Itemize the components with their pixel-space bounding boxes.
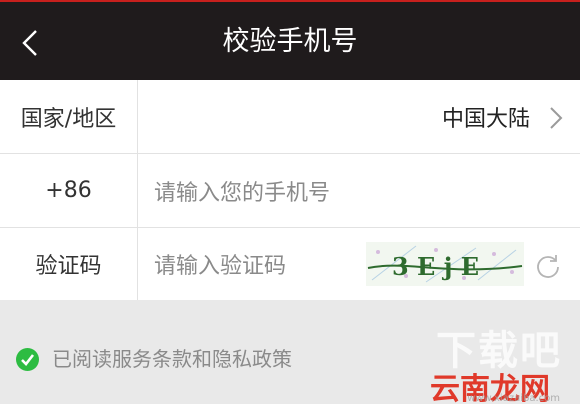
phone-row: +86 请输入您的手机号 — [0, 154, 580, 228]
phone-input[interactable]: 请输入您的手机号 — [154, 154, 330, 227]
page-title: 校验手机号 — [222, 26, 358, 57]
region-value: 中国大陆 — [441, 106, 530, 132]
region-label: 国家/地区 — [0, 80, 138, 153]
agreement-link[interactable]: 已阅读服务条款和隐私政策 — [52, 345, 292, 373]
country-code[interactable]: +86 — [0, 154, 138, 227]
captcha-image[interactable]: 3 E j E — [366, 242, 524, 286]
verify-form: 国家/地区 中国大陆 +86 请输入您的手机号 验证码 请输入验证码 3 E j… — [0, 80, 580, 301]
refresh-icon[interactable] — [534, 252, 562, 280]
code-row: 验证码 请输入验证码 3 E j E — [0, 228, 580, 301]
region-selector[interactable]: 中国大陆 — [138, 80, 580, 153]
region-row[interactable]: 国家/地区 中国大陆 — [0, 80, 580, 154]
code-label: 验证码 — [0, 228, 138, 300]
chevron-right-icon — [550, 107, 563, 129]
code-input[interactable]: 请输入验证码 — [154, 228, 286, 300]
watermark-url: www.xiazaiba.com — [467, 393, 560, 404]
agree-checkbox[interactable] — [16, 348, 39, 371]
top-bar: 校验手机号 — [0, 0, 580, 80]
checkmark-icon — [21, 354, 35, 366]
